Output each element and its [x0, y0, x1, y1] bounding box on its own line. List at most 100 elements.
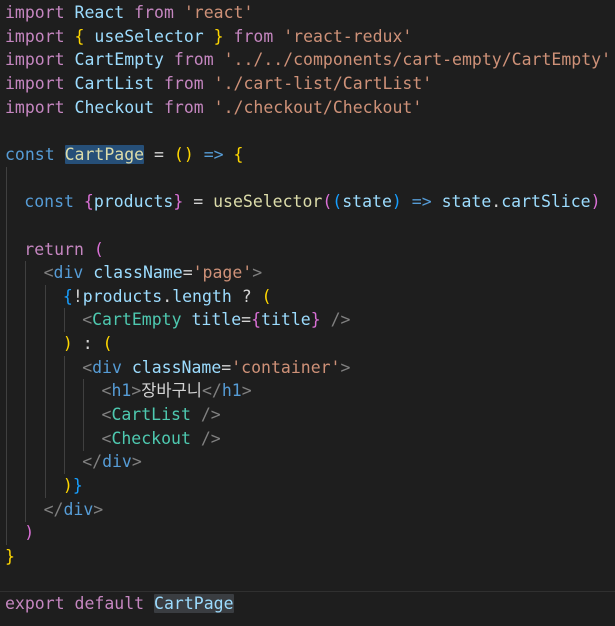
code-token: CartList — [74, 73, 155, 93]
code-line[interactable]: ) : ( — [0, 332, 615, 357]
code-token: from — [173, 50, 214, 70]
code-text: )} — [63, 474, 83, 498]
code-token: => — [411, 192, 432, 212]
code-token: React — [74, 3, 125, 22]
code-line[interactable]: <div className='container'> — [0, 355, 615, 380]
code-line[interactable]: {!products.length ? ( — [0, 284, 615, 309]
code-line[interactable]: <div className='page'> — [0, 261, 615, 286]
indent-guide — [63, 403, 65, 428]
code-token: </ — [43, 499, 64, 519]
code-token: { — [83, 192, 94, 212]
code-token: import — [5, 50, 65, 70]
code-line[interactable]: export default CartPage — [0, 591, 615, 616]
indent-guide — [44, 426, 46, 451]
code-line[interactable] — [0, 119, 615, 143]
code-token: 'page' — [192, 263, 253, 283]
indent-guide — [25, 332, 27, 357]
code-token: ( — [93, 239, 104, 259]
code-line[interactable]: <CartEmpty title={title} /> — [0, 308, 615, 333]
code-token: { — [62, 286, 73, 306]
indent-guide — [25, 379, 27, 404]
code-token: cartSlice — [501, 192, 591, 212]
code-line[interactable]: import CartEmpty from '../../components/… — [0, 48, 615, 72]
code-token: </ — [201, 381, 222, 401]
code-token: > — [131, 381, 142, 401]
code-token: './checkout/Checkout' — [213, 97, 423, 117]
code-line[interactable]: </div> — [0, 497, 615, 522]
code-line[interactable]: } — [0, 545, 615, 569]
code-token: 'container' — [231, 357, 341, 377]
code-token: CartPage — [154, 594, 234, 614]
code-token: = — [193, 192, 204, 212]
code-line[interactable]: const {products} = useSelector((state) =… — [0, 190, 615, 215]
indent-guide — [25, 308, 27, 333]
code-token: ! — [72, 286, 83, 306]
code-line[interactable]: import { useSelector } from 'react-redux… — [0, 25, 615, 49]
code-text: const {products} = useSelector((state) =… — [24, 190, 600, 214]
code-token: /> — [330, 310, 351, 330]
code-token: } — [72, 476, 83, 495]
indent-guide — [6, 379, 7, 404]
code-token: > — [340, 357, 351, 377]
code-text: <Checkout /> — [102, 427, 221, 451]
code-line[interactable]: const CartPage = () => { — [0, 143, 615, 167]
code-token: ) — [62, 476, 73, 495]
code-line[interactable]: ) — [0, 521, 615, 546]
code-line[interactable]: )} — [0, 474, 615, 498]
code-token: products — [93, 192, 174, 212]
code-token: => — [203, 144, 224, 164]
code-token: ? — [241, 286, 252, 306]
code-token: < — [101, 381, 112, 401]
code-text: import { useSelector } from 'react-redux… — [5, 25, 412, 49]
code-line[interactable] — [0, 213, 615, 238]
code-token: CartEmpty — [92, 310, 182, 330]
code-line[interactable]: <Checkout /> — [0, 426, 615, 451]
code-token: ( — [322, 192, 333, 212]
code-token: state — [342, 192, 392, 212]
code-token: } — [213, 26, 224, 46]
code-token: ) — [62, 334, 73, 354]
code-line[interactable]: return ( — [0, 237, 615, 262]
code-text: <CartEmpty title={title} /> — [82, 308, 350, 332]
indent-guide — [44, 474, 46, 498]
code-line[interactable]: <CartList /> — [0, 403, 615, 428]
code-line[interactable]: import React from 'react' — [0, 1, 615, 25]
code-line[interactable]: import Checkout from './checkout/Checkou… — [0, 96, 615, 120]
code-token: < — [101, 405, 112, 425]
code-line[interactable]: import CartList from './cart-list/CartLi… — [0, 72, 615, 96]
code-line[interactable] — [0, 569, 615, 593]
indent-guide — [25, 450, 27, 475]
code-token: import — [5, 3, 65, 22]
code-token: = — [154, 144, 164, 164]
code-token: ( — [261, 286, 272, 306]
code-editor[interactable]: import React from 'react' import { useSel… — [0, 0, 615, 626]
code-text: ) — [24, 521, 34, 545]
code-token: { — [251, 310, 262, 330]
indent-guide — [44, 450, 46, 475]
code-line[interactable]: <h1>장바구니</h1> — [0, 379, 615, 404]
code-token: { — [74, 26, 85, 46]
code-line[interactable] — [0, 166, 615, 191]
code-token: title — [261, 310, 311, 330]
code-text: return ( — [24, 238, 103, 262]
code-line[interactable]: </div> — [0, 450, 615, 475]
code-token: h1 — [111, 381, 132, 401]
indent-guide — [63, 379, 65, 404]
code-token: h1 — [221, 381, 242, 401]
code-text: {!products.length ? ( — [63, 285, 272, 309]
